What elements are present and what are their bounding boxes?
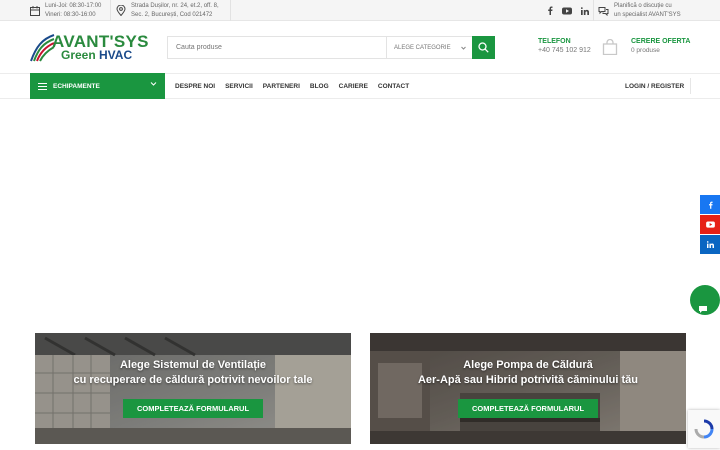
ventilation-banner-subtitle: cu recuperare de căldură potrivit nevoil… <box>73 374 313 386</box>
logo-text-tagline: Green HVAC <box>61 48 132 62</box>
equipment-menu-button[interactable]: ECHIPAMENTE <box>30 73 165 99</box>
chevron-down-icon <box>150 82 157 86</box>
quote-request[interactable]: CERERE OFERTA 0 produse <box>631 38 690 54</box>
logo-text-hvac: HVAC <box>99 48 133 62</box>
chevron-down-icon <box>461 46 466 50</box>
phone-number: +40 745 102 912 <box>538 47 591 54</box>
hamburger-icon <box>38 82 47 90</box>
phone-contact[interactable]: TELEFON +40 745 102 912 <box>538 38 591 54</box>
nav-item-servicii[interactable]: SERVICII <box>225 83 253 90</box>
office-address[interactable]: Strada Dușilor, nr. 24, et.2, off. 8, Sec… <box>116 0 219 21</box>
recaptcha-icon <box>694 419 714 439</box>
linkedin-icon <box>706 241 714 248</box>
nav-item-contact[interactable]: CONTACT <box>378 83 409 90</box>
ventilation-banner-title: Alege Sistemul de Ventilație <box>119 359 267 371</box>
address-line-2: Sec. 2, București, Cod 021472 <box>131 11 213 18</box>
opening-hours: Luni-Joi: 08:30-17:00 Vineri: 08:30-16:00 <box>30 0 101 21</box>
quote-label: CERERE OFERTA <box>631 38 691 45</box>
top-social-links <box>547 0 589 21</box>
nav-item-cariere[interactable]: CARIERE <box>339 83 368 90</box>
search-input[interactable] <box>168 37 386 58</box>
main-navigation: ECHIPAMENTE DESPRE NOI SERVICII PARTENER… <box>0 73 720 99</box>
search-icon <box>478 42 489 53</box>
heat-pump-banner-image <box>370 333 686 444</box>
recaptcha-badge[interactable] <box>688 410 720 448</box>
nav-item-parteneri[interactable]: PARTENERI <box>263 83 300 90</box>
logo-text-green: Green <box>61 48 100 62</box>
equipment-menu-label: ECHIPAMENTE <box>53 82 100 90</box>
hours-weekdays: Luni-Joi: 08:30-17:00 <box>45 2 102 9</box>
consult-line-1: Planifică o discuție cu <box>614 2 672 9</box>
ventilation-form-button[interactable]: COMPLETEAZĂ FORMULARUL <box>123 399 263 418</box>
location-pin-icon <box>116 5 126 16</box>
category-select[interactable]: ALEGE CATEGORIE <box>386 37 472 58</box>
chat-bubble-icon <box>598 6 609 16</box>
primary-menu: DESPRE NOI SERVICII PARTENERI BLOG CARIE… <box>175 74 409 98</box>
heat-pump-banner: Alege Pompa de Căldură Aer-Apă sau Hibri… <box>370 333 686 444</box>
facebook-icon <box>708 201 713 209</box>
linkedin-icon[interactable] <box>581 6 589 15</box>
category-select-label: ALEGE CATEGORIE <box>394 44 451 51</box>
login-register-link[interactable]: LOGIN / REGISTER <box>625 74 684 98</box>
facebook-icon[interactable] <box>547 6 553 15</box>
heat-pump-form-button[interactable]: COMPLETEAZĂ FORMULARUL <box>458 399 598 418</box>
side-linkedin-button[interactable] <box>700 235 720 254</box>
ventilation-banner: Alege Sistemul de Ventilație cu recupera… <box>35 333 351 444</box>
top-bar: Luni-Joi: 08:30-17:00 Vineri: 08:30-16:00… <box>0 0 720 21</box>
side-facebook-button[interactable] <box>700 195 720 214</box>
hours-friday: Vineri: 08:30-16:00 <box>45 11 96 18</box>
heat-pump-banner-title: Alege Pompa de Căldură <box>463 359 593 371</box>
youtube-icon <box>705 221 715 228</box>
heat-pump-banner-subtitle: Aer-Apă sau Hibrid potrivită căminului t… <box>417 374 639 386</box>
nav-item-blog[interactable]: BLOG <box>310 83 329 90</box>
nav-item-despre-noi[interactable]: DESPRE NOI <box>175 83 215 90</box>
quote-count: 0 produse <box>631 47 660 54</box>
ventilation-banner-image <box>35 333 351 444</box>
phone-label: TELEFON <box>538 38 571 45</box>
search-bar: ALEGE CATEGORIE <box>167 36 495 59</box>
calendar-icon <box>30 5 40 16</box>
side-youtube-button[interactable] <box>700 215 720 234</box>
consult-specialist-link[interactable]: Planifică o discuție cu un specialist AVA… <box>598 0 681 21</box>
shopping-bag-icon[interactable] <box>602 39 618 55</box>
site-logo[interactable]: AVANT'SYS Green HVAC <box>30 32 155 64</box>
chat-bubble-icon <box>699 306 707 313</box>
youtube-icon[interactable] <box>562 7 572 15</box>
consult-line-2: un specialist AVANT'SYS <box>614 11 681 18</box>
site-header: AVANT'SYS Green HVAC ALEGE CATEGORIE TEL… <box>0 21 720 73</box>
search-button[interactable] <box>472 36 495 59</box>
address-line-1: Strada Dușilor, nr. 24, et.2, off. 8, <box>131 2 219 9</box>
chat-widget-button[interactable] <box>690 285 720 315</box>
